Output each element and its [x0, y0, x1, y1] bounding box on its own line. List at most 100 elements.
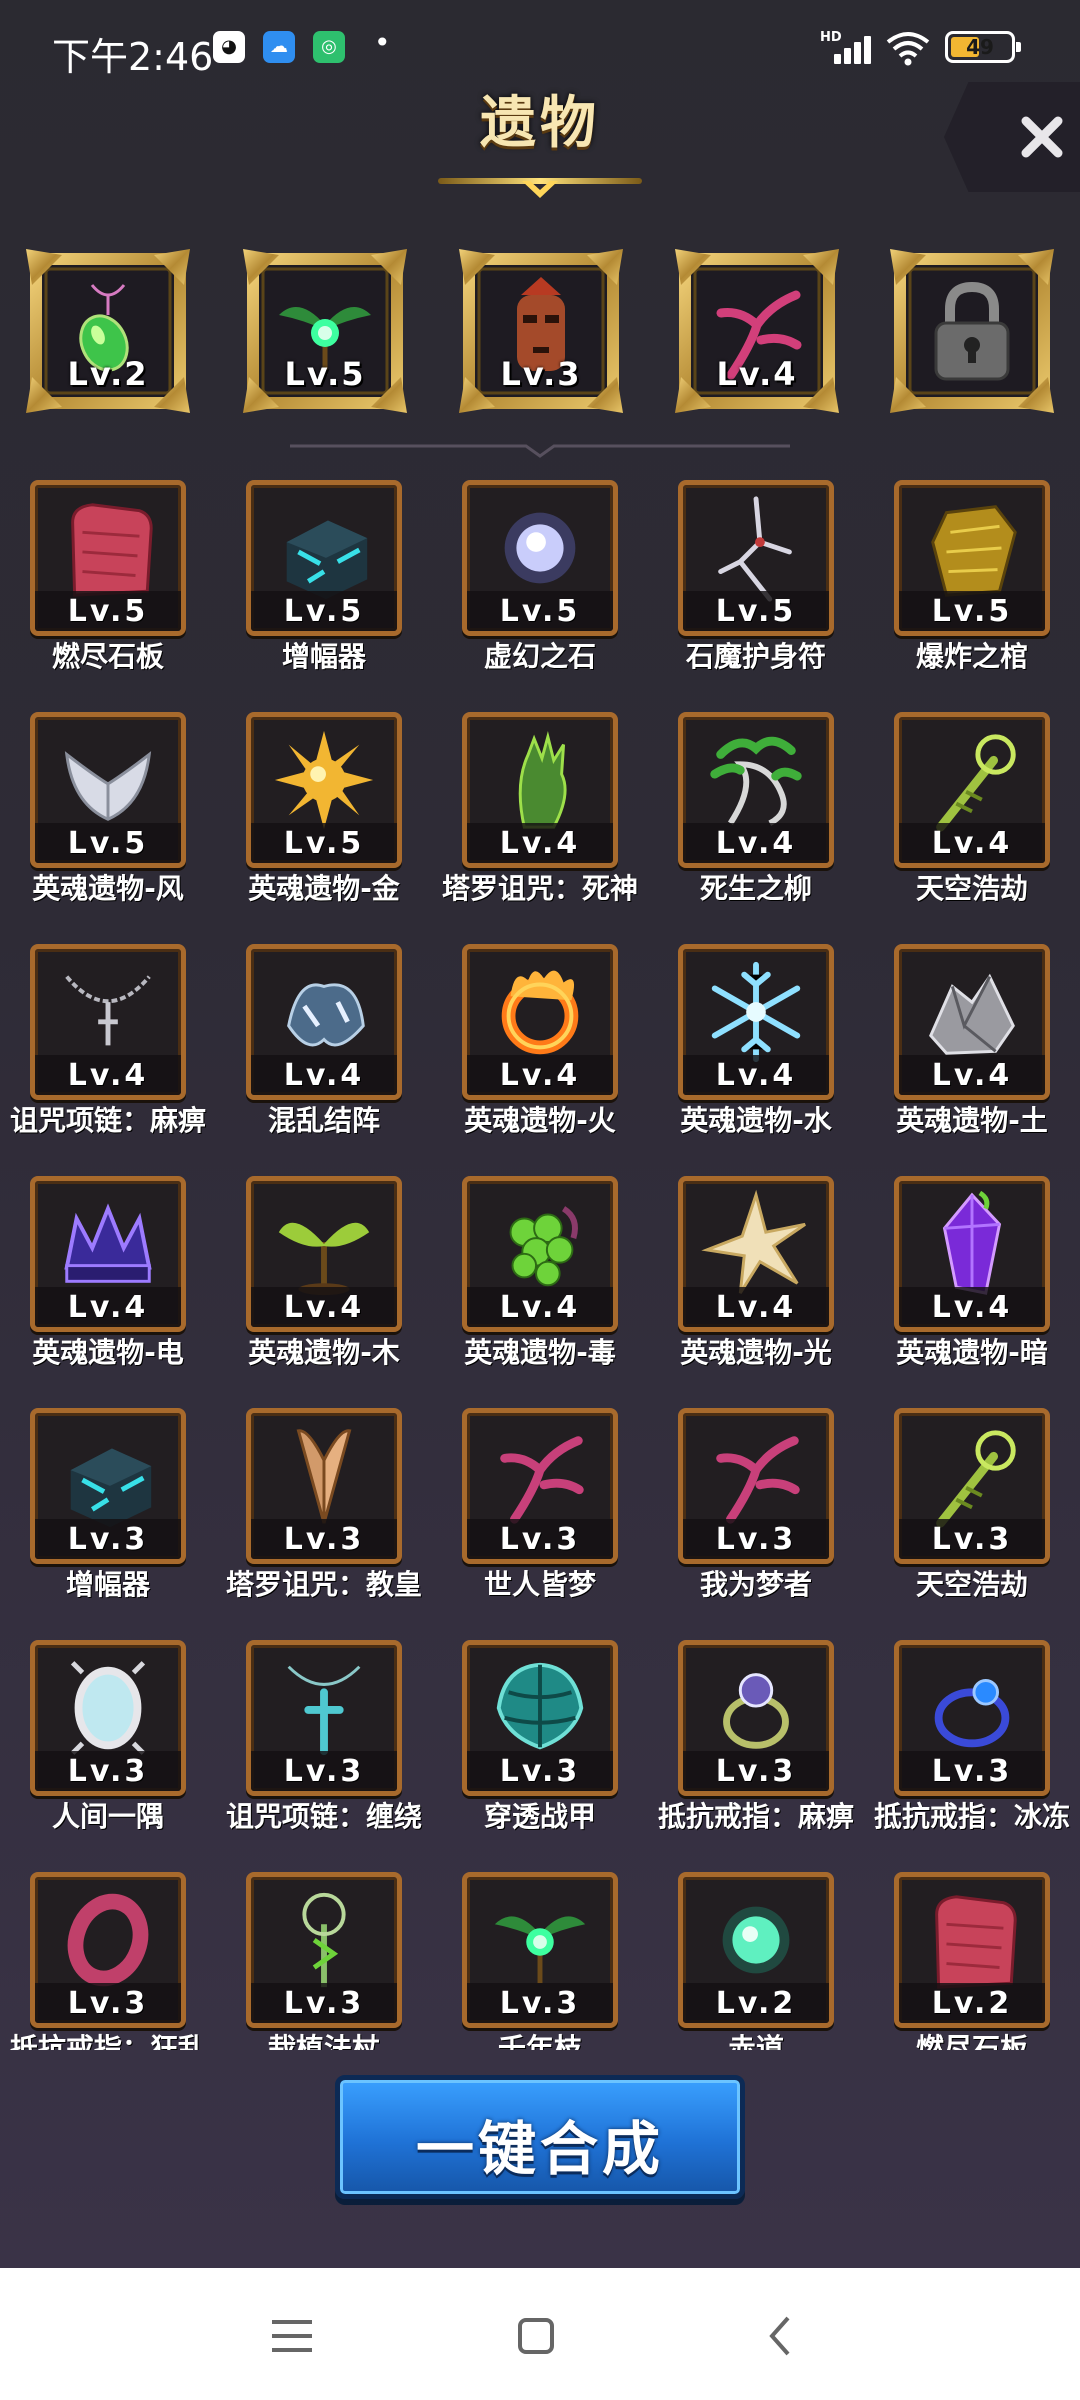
- relic-level: Lv.3: [931, 1754, 1013, 1789]
- relic-item[interactable]: Lv.3 栽植法杖: [216, 1872, 416, 2050]
- relic-item[interactable]: Lv.4 英魂遗物-光: [648, 1176, 848, 1408]
- relic-item[interactable]: Lv.3 千年枝: [432, 1872, 632, 2050]
- relic-level: Lv.4: [931, 1058, 1013, 1093]
- relic-item[interactable]: Lv.3 人间一隅: [0, 1640, 200, 1872]
- close-button[interactable]: [944, 82, 1080, 192]
- light-star-icon: [701, 1189, 806, 1294]
- relic-item[interactable]: Lv.5 燃尽石板: [0, 480, 200, 712]
- relic-level: Lv.4: [499, 826, 581, 861]
- relic-item[interactable]: Lv.4 英魂遗物-土: [864, 944, 1064, 1176]
- relic-level: Lv.5: [283, 826, 365, 861]
- pink-tree-icon: [716, 1436, 800, 1524]
- relic-item[interactable]: Lv.3 抵抗戒指：冰冻: [864, 1640, 1070, 1872]
- home-icon[interactable]: [506, 2306, 566, 2366]
- relic-frame: Lv.5: [30, 712, 186, 868]
- wind-wings-icon: [64, 751, 152, 821]
- relic-frame: Lv.4: [246, 944, 402, 1100]
- relic-level: Lv.3: [499, 1522, 581, 1557]
- relic-item[interactable]: Lv.5 增幅器: [216, 480, 416, 712]
- relic-name: 英魂遗物-土: [896, 1104, 1048, 1137]
- relic-item[interactable]: Lv.5 英魂遗物-风: [0, 712, 200, 944]
- relic-item[interactable]: Lv.3 抵抗戒指：狂乱: [0, 1872, 206, 2050]
- relic-item[interactable]: Lv.4 英魂遗物-木: [216, 1176, 416, 1408]
- relic-level: Lv.3: [67, 1986, 149, 2021]
- cyan-cube-icon: [286, 520, 368, 600]
- battery-icon: 49: [945, 31, 1021, 63]
- dark-crystal-icon: [942, 1190, 1002, 1295]
- menu-icon[interactable]: [262, 2306, 322, 2366]
- red-tablet-icon: [71, 503, 153, 597]
- glowing-orb-icon: [504, 512, 576, 584]
- relic-frame: Lv.4: [30, 944, 186, 1100]
- wifi-icon: [886, 32, 930, 66]
- relic-item[interactable]: Lv.4 英魂遗物-火: [432, 944, 632, 1176]
- relic-name: 抵抗戒指：冰冻: [873, 1800, 1070, 1833]
- relic-item[interactable]: Lv.3 诅咒项链：缠绕: [216, 1640, 422, 1872]
- equipped-slot[interactable]: Lv.4: [671, 245, 843, 417]
- pink-tree-icon: [500, 1436, 584, 1524]
- locked-slot[interactable]: [886, 245, 1058, 417]
- relic-frame: Lv.3: [30, 1872, 186, 2028]
- relic-frame: Lv.4: [894, 1176, 1050, 1332]
- relic-frame: Lv.3: [246, 1408, 402, 1564]
- red-ring-icon: [67, 1893, 149, 1987]
- sky-staff-icon: [936, 734, 1016, 832]
- system-navigation-bar: [0, 2268, 1080, 2400]
- relic-item[interactable]: Lv.4 诅咒项链：麻痹: [0, 944, 206, 1176]
- relic-frame: Lv.3: [246, 1872, 402, 2028]
- equipped-slot[interactable]: Lv.2: [22, 245, 194, 417]
- relic-item[interactable]: Lv.3 抵抗戒指：麻痹: [648, 1640, 854, 1872]
- blue-ring-icon: [934, 1679, 1010, 1748]
- relic-item[interactable]: Lv.3 我为梦者: [648, 1408, 848, 1640]
- lock-icon: [934, 281, 1010, 381]
- willow-icon: [710, 736, 802, 826]
- relic-level: Lv.5: [715, 594, 797, 629]
- equipped-slot[interactable]: Lv.3: [455, 245, 627, 417]
- relic-level: Lv.3: [283, 1986, 365, 2021]
- relic-item[interactable]: Lv.3 世人皆梦: [432, 1408, 632, 1640]
- relic-item[interactable]: Lv.4 英魂遗物-水: [648, 944, 848, 1176]
- relic-item[interactable]: Lv.3 天空浩劫: [864, 1408, 1064, 1640]
- equipped-level: Lv.2: [67, 355, 149, 393]
- chain-necklace-icon: [65, 975, 151, 1046]
- relic-item[interactable]: Lv.4 英魂遗物-电: [0, 1176, 200, 1408]
- relic-item[interactable]: Lv.5 石魔护身符: [648, 480, 848, 712]
- relic-item[interactable]: Lv.4 死生之柳: [648, 712, 848, 944]
- equipped-level: Lv.5: [284, 355, 366, 393]
- bone-amulet-icon: [718, 496, 792, 602]
- cross-necklace-icon: [287, 1665, 361, 1756]
- relic-item[interactable]: Lv.4 塔罗诅咒：死神: [432, 712, 638, 944]
- close-icon: [1021, 116, 1063, 158]
- relic-item[interactable]: Lv.4 英魂遗物-毒: [432, 1176, 632, 1408]
- relic-item[interactable]: Lv.4 天空浩劫: [864, 712, 1064, 944]
- relic-level: Lv.3: [67, 1522, 149, 1557]
- relic-level: Lv.5: [67, 594, 149, 629]
- relic-level: Lv.3: [499, 1754, 581, 1789]
- fire-ring-icon: [501, 970, 579, 1055]
- relic-item[interactable]: Lv.3 穿透战甲: [432, 1640, 632, 1872]
- relic-item[interactable]: Lv.3 塔罗诅咒：教皇: [216, 1408, 422, 1640]
- wood-sprout-icon: [278, 1222, 370, 1296]
- equipped-slot[interactable]: Lv.5: [239, 245, 411, 417]
- relic-item[interactable]: Lv.3 增幅器: [0, 1408, 200, 1640]
- relic-item[interactable]: Lv.2 燃尽石板: [864, 1872, 1064, 2050]
- chaos-formation-icon: [287, 983, 365, 1047]
- relic-item[interactable]: Lv.4 英魂遗物-暗: [864, 1176, 1064, 1408]
- relic-item[interactable]: Lv.5 爆炸之棺: [864, 480, 1064, 712]
- relic-item[interactable]: Lv.5 虚幻之石: [432, 480, 632, 712]
- gem-ring-icon: [723, 1673, 789, 1749]
- relic-level: Lv.3: [715, 1754, 797, 1789]
- relic-frame: Lv.4: [894, 712, 1050, 868]
- relic-item[interactable]: Lv.5 英魂遗物-金: [216, 712, 416, 944]
- relic-frame: Lv.3: [894, 1408, 1050, 1564]
- relic-item[interactable]: Lv.4 混乱结阵: [216, 944, 416, 1176]
- relic-frame: Lv.3: [678, 1640, 834, 1796]
- relic-level: Lv.3: [283, 1522, 365, 1557]
- relic-item[interactable]: Lv.2 赤道: [648, 1872, 848, 2050]
- death-hand-icon: [518, 730, 567, 829]
- relic-frame: Lv.3: [462, 1640, 618, 1796]
- relic-level: Lv.4: [931, 1290, 1013, 1325]
- one-click-synthesize-button[interactable]: 一键合成: [335, 2075, 745, 2199]
- relic-level: Lv.4: [67, 1058, 149, 1093]
- back-icon[interactable]: [752, 2306, 812, 2366]
